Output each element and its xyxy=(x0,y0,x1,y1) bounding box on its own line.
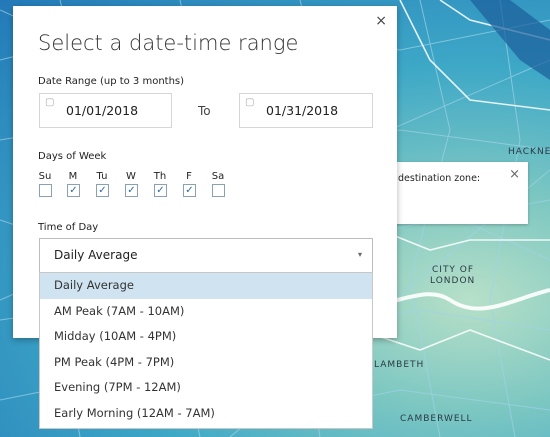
day-label: Tu xyxy=(96,171,108,182)
end-date-input[interactable]: ▢ 01/31/2018 xyxy=(239,93,373,128)
days-of-week-label: Days of Week xyxy=(38,151,107,162)
time-of-day-label: Time of Day xyxy=(38,222,99,233)
day-checkbox-thursday[interactable]: ✓ xyxy=(154,184,167,197)
day-monday[interactable]: M ✓ xyxy=(66,171,80,197)
close-icon[interactable]: × xyxy=(375,13,387,29)
map-label-city-of: CITY OF xyxy=(432,265,475,275)
time-option-evening[interactable]: Evening (7PM - 12AM) xyxy=(40,375,372,401)
day-sunday[interactable]: Su xyxy=(38,171,52,197)
map-label-camberwell: CAMBERWELL xyxy=(400,414,473,424)
day-checkbox-tuesday[interactable]: ✓ xyxy=(96,184,109,197)
day-label: Th xyxy=(153,171,167,182)
day-checkbox-monday[interactable]: ✓ xyxy=(67,184,80,197)
day-tuesday[interactable]: Tu ✓ xyxy=(95,171,109,197)
map-label-hackney: HACKNE xyxy=(508,147,550,157)
day-checkbox-wednesday[interactable]: ✓ xyxy=(125,184,138,197)
map-label-lambeth: LAMBETH xyxy=(374,360,425,370)
time-of-day-selected: Daily Average xyxy=(54,248,138,262)
map-label-london: LONDON xyxy=(430,276,476,286)
day-saturday[interactable]: Sa xyxy=(211,171,225,197)
calendar-icon: ▢ xyxy=(45,97,55,108)
date-range-label: Date Range (up to 3 months) xyxy=(38,76,185,87)
calendar-icon: ▢ xyxy=(245,97,255,108)
to-label: To xyxy=(198,104,211,118)
day-label: M xyxy=(68,171,78,182)
time-option-daily-average[interactable]: Daily Average xyxy=(40,273,372,299)
time-option-midday[interactable]: Midday (10AM - 4PM) xyxy=(40,324,372,350)
time-option-early-morning[interactable]: Early Morning (12AM - 7AM) xyxy=(40,401,372,427)
day-label: Su xyxy=(38,171,52,182)
close-icon[interactable]: × xyxy=(509,167,520,182)
day-label: Sa xyxy=(211,171,225,182)
time-option-am-peak[interactable]: AM Peak (7AM - 10AM) xyxy=(40,299,372,325)
time-of-day-select[interactable]: Daily Average ▾ xyxy=(39,238,373,273)
day-thursday[interactable]: Th ✓ xyxy=(153,171,167,197)
day-friday[interactable]: F ✓ xyxy=(182,171,196,197)
start-date-input[interactable]: ▢ 01/01/2018 xyxy=(39,93,172,128)
end-date-value: 01/31/2018 xyxy=(266,103,339,118)
day-checkbox-friday[interactable]: ✓ xyxy=(183,184,196,197)
day-checkbox-sunday[interactable] xyxy=(39,184,52,197)
day-wednesday[interactable]: W ✓ xyxy=(124,171,138,197)
chevron-down-icon: ▾ xyxy=(357,250,362,259)
zone-info-text: destination zone: xyxy=(398,173,481,184)
start-date-value: 01/01/2018 xyxy=(66,103,139,118)
modal-title: Select a date-time range xyxy=(38,31,299,55)
time-of-day-dropdown: Daily Average AM Peak (7AM - 10AM) Midda… xyxy=(39,272,373,429)
time-option-pm-peak[interactable]: PM Peak (4PM - 7PM) xyxy=(40,350,372,376)
day-label: F xyxy=(186,171,192,182)
day-label: W xyxy=(126,171,136,182)
day-checkbox-saturday[interactable] xyxy=(212,184,225,197)
